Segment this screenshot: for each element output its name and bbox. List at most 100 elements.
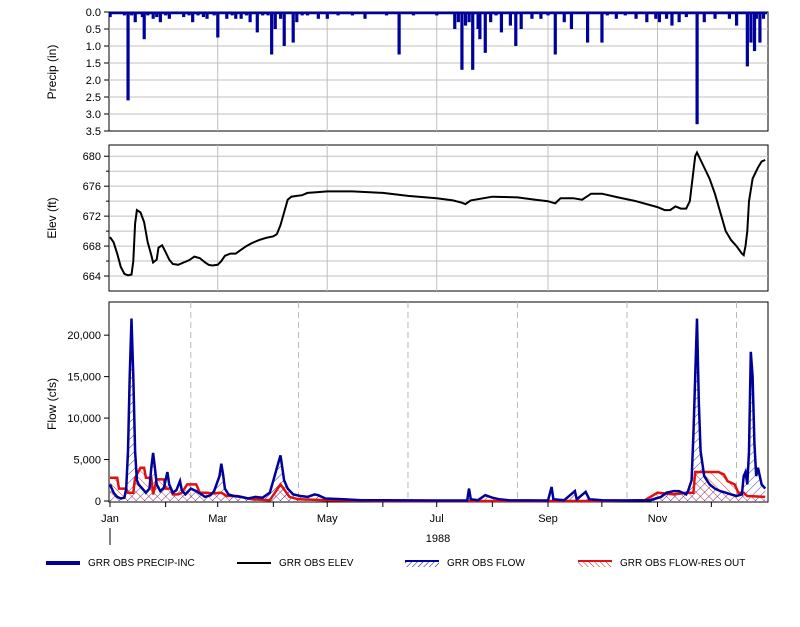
- flow-tick-label: 0: [95, 496, 101, 508]
- precip-bar: [155, 12, 159, 18]
- elev-tick-label: 672: [83, 211, 101, 223]
- precip-bar: [397, 12, 401, 55]
- precip-tick-label: 0.0: [86, 7, 101, 19]
- precip-bar: [182, 12, 186, 18]
- elev-plot-frame: [108, 144, 769, 292]
- precip-bar: [108, 12, 112, 18]
- flow-panel: 0 5,000 10,000 15,000 20,000 Jan Mar May Jul Sep…: [45, 301, 769, 545]
- precip-bar: [411, 12, 416, 16]
- flow-y-axis-label: Flow (cfs): [45, 378, 59, 430]
- elev-y-ticks: 664 668 672 676 680: [83, 151, 109, 283]
- precip-bar: [478, 12, 482, 40]
- elev-tick-label: 664: [83, 271, 101, 283]
- precip-bar: [201, 12, 206, 18]
- precip-bar: [248, 12, 252, 23]
- elev-tick-label: 676: [83, 181, 101, 193]
- precip-bar: [216, 12, 220, 38]
- legend-label-res-out: GRR OBS FLOW-RES OUT: [620, 557, 746, 569]
- precip-bar: [384, 12, 389, 16]
- legend-label-elev: GRR OBS ELEV: [279, 557, 354, 569]
- precip-bar: [727, 12, 732, 19]
- precip-bar: [113, 12, 118, 14]
- precip-bar: [677, 12, 681, 23]
- chart-legend: GRR OBS PRECIP-INC GRR OBS ELEV GRR OBS …: [0, 553, 800, 575]
- legend-label-flow: GRR OBS FLOW: [447, 557, 525, 569]
- precip-bar: [761, 12, 766, 19]
- precip-bar: [553, 12, 557, 55]
- precip-bar: [585, 12, 590, 43]
- blue-hatched-line-icon: [405, 560, 439, 567]
- precip-bar: [634, 12, 638, 19]
- precip-tick-label: 1.5: [86, 58, 101, 70]
- precip-bar: [291, 12, 295, 43]
- precip-bar: [754, 12, 758, 19]
- hydrograph-chart: 0.0 0.5 1.0 1.5 2.0 2.5 3.0 3.5 Precip (in) 664…: [45, 7, 769, 545]
- precip-bar: [130, 12, 134, 16]
- precip-bar: [453, 12, 457, 29]
- legend-item-precip: GRR OBS PRECIP-INC: [46, 553, 195, 573]
- precip-bar: [670, 12, 674, 26]
- precip-bar: [234, 12, 238, 19]
- legend-item-elev: GRR OBS ELEV: [237, 553, 353, 573]
- precip-bar: [295, 12, 299, 23]
- precip-bar: [734, 12, 739, 26]
- precip-bar: [167, 12, 171, 19]
- precip-bar: [266, 12, 270, 16]
- precip-bar: [316, 12, 320, 19]
- precip-bar: [350, 12, 355, 16]
- precip-bar: [270, 12, 274, 55]
- precip-bar: [508, 12, 513, 26]
- precip-bar: [158, 12, 162, 23]
- precip-bar: [664, 12, 669, 19]
- precip-bar: [173, 12, 177, 14]
- flow-x-tick-label: Mar: [208, 513, 227, 525]
- precip-bar: [614, 12, 618, 19]
- precip-bar: [569, 12, 574, 29]
- precip-bar: [151, 12, 155, 19]
- precip-bar: [657, 12, 661, 23]
- precip-tick-label: 3.5: [86, 126, 101, 138]
- precip-bar: [363, 12, 367, 19]
- precip-bar: [196, 12, 200, 16]
- precip-bar: [126, 12, 130, 101]
- precip-bar: [463, 12, 468, 26]
- flow-x-ticks: Jan Mar May Jul Sep Nov: [101, 502, 712, 525]
- precip-bar: [336, 12, 340, 16]
- flow-tick-label: 15,000: [67, 372, 101, 384]
- precip-y-axis-label: Precip (in): [45, 45, 59, 100]
- flow-tick-label: 5,000: [73, 455, 101, 467]
- precip-y-ticks: 0.0 0.5 1.0 1.5 2.0 2.5 3.0 3.5: [86, 7, 109, 138]
- precip-tick-label: 1.0: [86, 41, 101, 53]
- precip-bar: [745, 12, 749, 67]
- precip-panel: 0.0 0.5 1.0 1.5 2.0 2.5 3.0 3.5 Precip (in): [45, 7, 769, 138]
- precip-bar: [282, 12, 286, 46]
- precip-bar: [758, 12, 762, 43]
- precip-bar: [122, 12, 127, 16]
- flow-x-tick-label: Jan: [101, 513, 119, 525]
- precip-bar: [494, 12, 498, 16]
- precip-bar: [146, 12, 150, 16]
- elev-tick-label: 680: [83, 151, 101, 163]
- precip-bar: [562, 12, 566, 23]
- precip-bar: [546, 12, 550, 16]
- precip-bar: [435, 12, 439, 16]
- flow-x-tick-label: Sep: [538, 513, 558, 525]
- elev-panel: 664 668 672 676 680 Elev (ft): [45, 144, 769, 292]
- precip-bar: [273, 12, 277, 29]
- elev-y-axis-label: Elev (ft): [45, 197, 59, 238]
- elev-tick-label: 668: [83, 241, 101, 253]
- legend-label-precip: GRR OBS PRECIP-INC: [88, 557, 195, 569]
- precip-bar: [225, 12, 229, 19]
- flow-tick-label: 10,000: [67, 413, 101, 425]
- precip-bar: [460, 12, 464, 70]
- precip-plot-frame: [108, 11, 769, 132]
- thick-blue-line-icon: [46, 561, 80, 565]
- precip-bar: [230, 12, 234, 16]
- precip-bar: [142, 12, 146, 40]
- precip-tick-label: 2.0: [86, 75, 101, 87]
- precip-bar: [205, 12, 209, 19]
- legend-item-flow: GRR OBS FLOW: [405, 553, 525, 573]
- precip-bar: [133, 12, 137, 23]
- precip-bar: [239, 12, 243, 19]
- precip-bar: [489, 12, 493, 23]
